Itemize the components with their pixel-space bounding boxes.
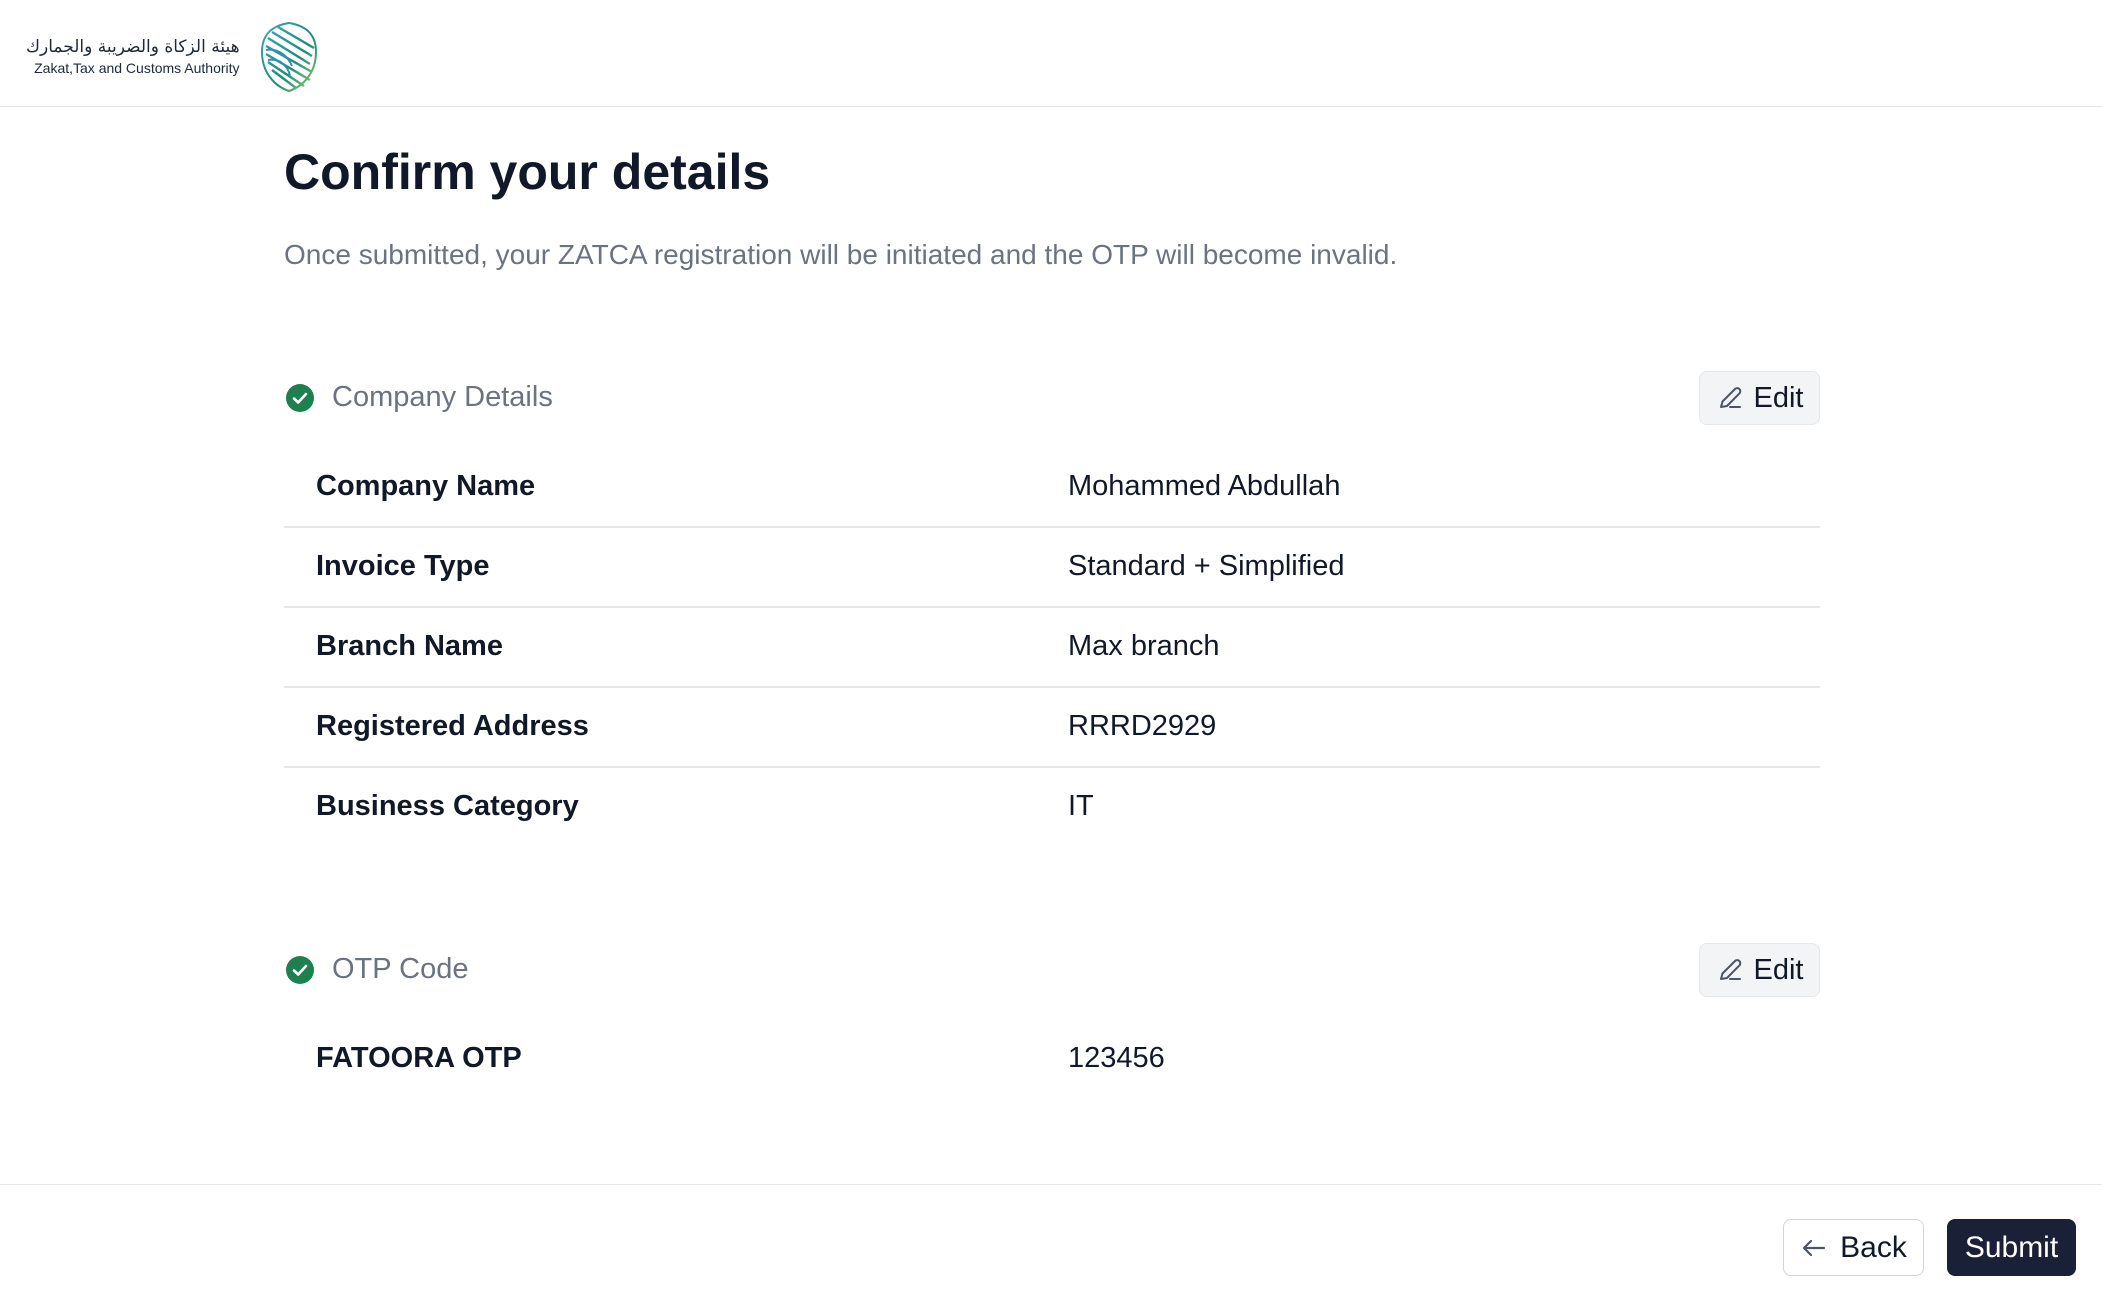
company-details-list: Company Name Mohammed Abdullah Invoice T… xyxy=(284,448,1820,848)
section-title-company-details: Company Details xyxy=(332,381,553,413)
edit-label: Edit xyxy=(1753,953,1804,986)
detail-row-fatoora-otp: FATOORA OTP 123456 xyxy=(284,1020,1820,1100)
page-title: Confirm your details xyxy=(284,144,771,200)
pencil-icon xyxy=(1719,959,1741,980)
detail-value: 123456 xyxy=(1068,1042,1165,1074)
back-button[interactable]: Back xyxy=(1783,1219,1924,1276)
section-title-otp-code: OTP Code xyxy=(332,953,469,985)
detail-label: Business Category xyxy=(316,790,579,822)
detail-value: Max branch xyxy=(1068,630,1220,662)
otp-code-list: FATOORA OTP 123456 xyxy=(284,1020,1820,1100)
detail-row-invoice-type: Invoice Type Standard + Simplified xyxy=(284,528,1820,608)
edit-label: Edit xyxy=(1753,381,1804,414)
back-label: Back xyxy=(1840,1230,1907,1264)
detail-value: IT xyxy=(1068,790,1094,822)
detail-label: Company Name xyxy=(316,470,536,502)
company-details-header: Company Details Edit xyxy=(284,371,1820,425)
detail-value: RRRD2929 xyxy=(1068,710,1217,742)
detail-value: Standard + Simplified xyxy=(1068,550,1345,582)
logo-english-text: Zakat,Tax and Customs Authority xyxy=(34,60,240,76)
zatca-emblem-icon xyxy=(260,21,317,93)
check-circle-icon xyxy=(286,956,314,984)
detail-row-branch-name: Branch Name Max branch xyxy=(284,608,1820,688)
detail-label: FATOORA OTP xyxy=(316,1042,522,1074)
footer-actions: Back Submit xyxy=(0,1184,2102,1300)
detail-row-business-category: Business Category IT xyxy=(284,768,1820,848)
otp-code-header: OTP Code Edit xyxy=(284,943,1820,997)
submit-button[interactable]: Submit xyxy=(1947,1219,2076,1276)
detail-label: Invoice Type xyxy=(316,550,490,582)
detail-label: Registered Address xyxy=(316,710,589,742)
pencil-icon xyxy=(1719,387,1741,408)
detail-row-company-name: Company Name Mohammed Abdullah xyxy=(284,448,1820,528)
detail-label: Branch Name xyxy=(316,630,503,662)
page-subtitle: Once submitted, your ZATCA registration … xyxy=(284,239,1398,270)
detail-row-registered-address: Registered Address RRRD2929 xyxy=(284,688,1820,768)
logo-arabic-text: هيئة الزكاة والضريبة والجمارك xyxy=(26,37,240,57)
top-header: هيئة الزكاة والضريبة والجمارك Zakat,Tax … xyxy=(0,0,2102,107)
arrow-left-icon xyxy=(1803,1239,1826,1256)
submit-label: Submit xyxy=(1964,1230,2059,1264)
zatca-logo[interactable]: هيئة الزكاة والضريبة والجمارك Zakat,Tax … xyxy=(26,20,320,94)
logo-text: هيئة الزكاة والضريبة والجمارك Zakat,Tax … xyxy=(26,36,240,78)
check-circle-icon xyxy=(286,384,314,412)
edit-otp-code-button[interactable]: Edit xyxy=(1699,943,1820,997)
detail-value: Mohammed Abdullah xyxy=(1068,470,1341,502)
edit-company-details-button[interactable]: Edit xyxy=(1699,371,1820,425)
